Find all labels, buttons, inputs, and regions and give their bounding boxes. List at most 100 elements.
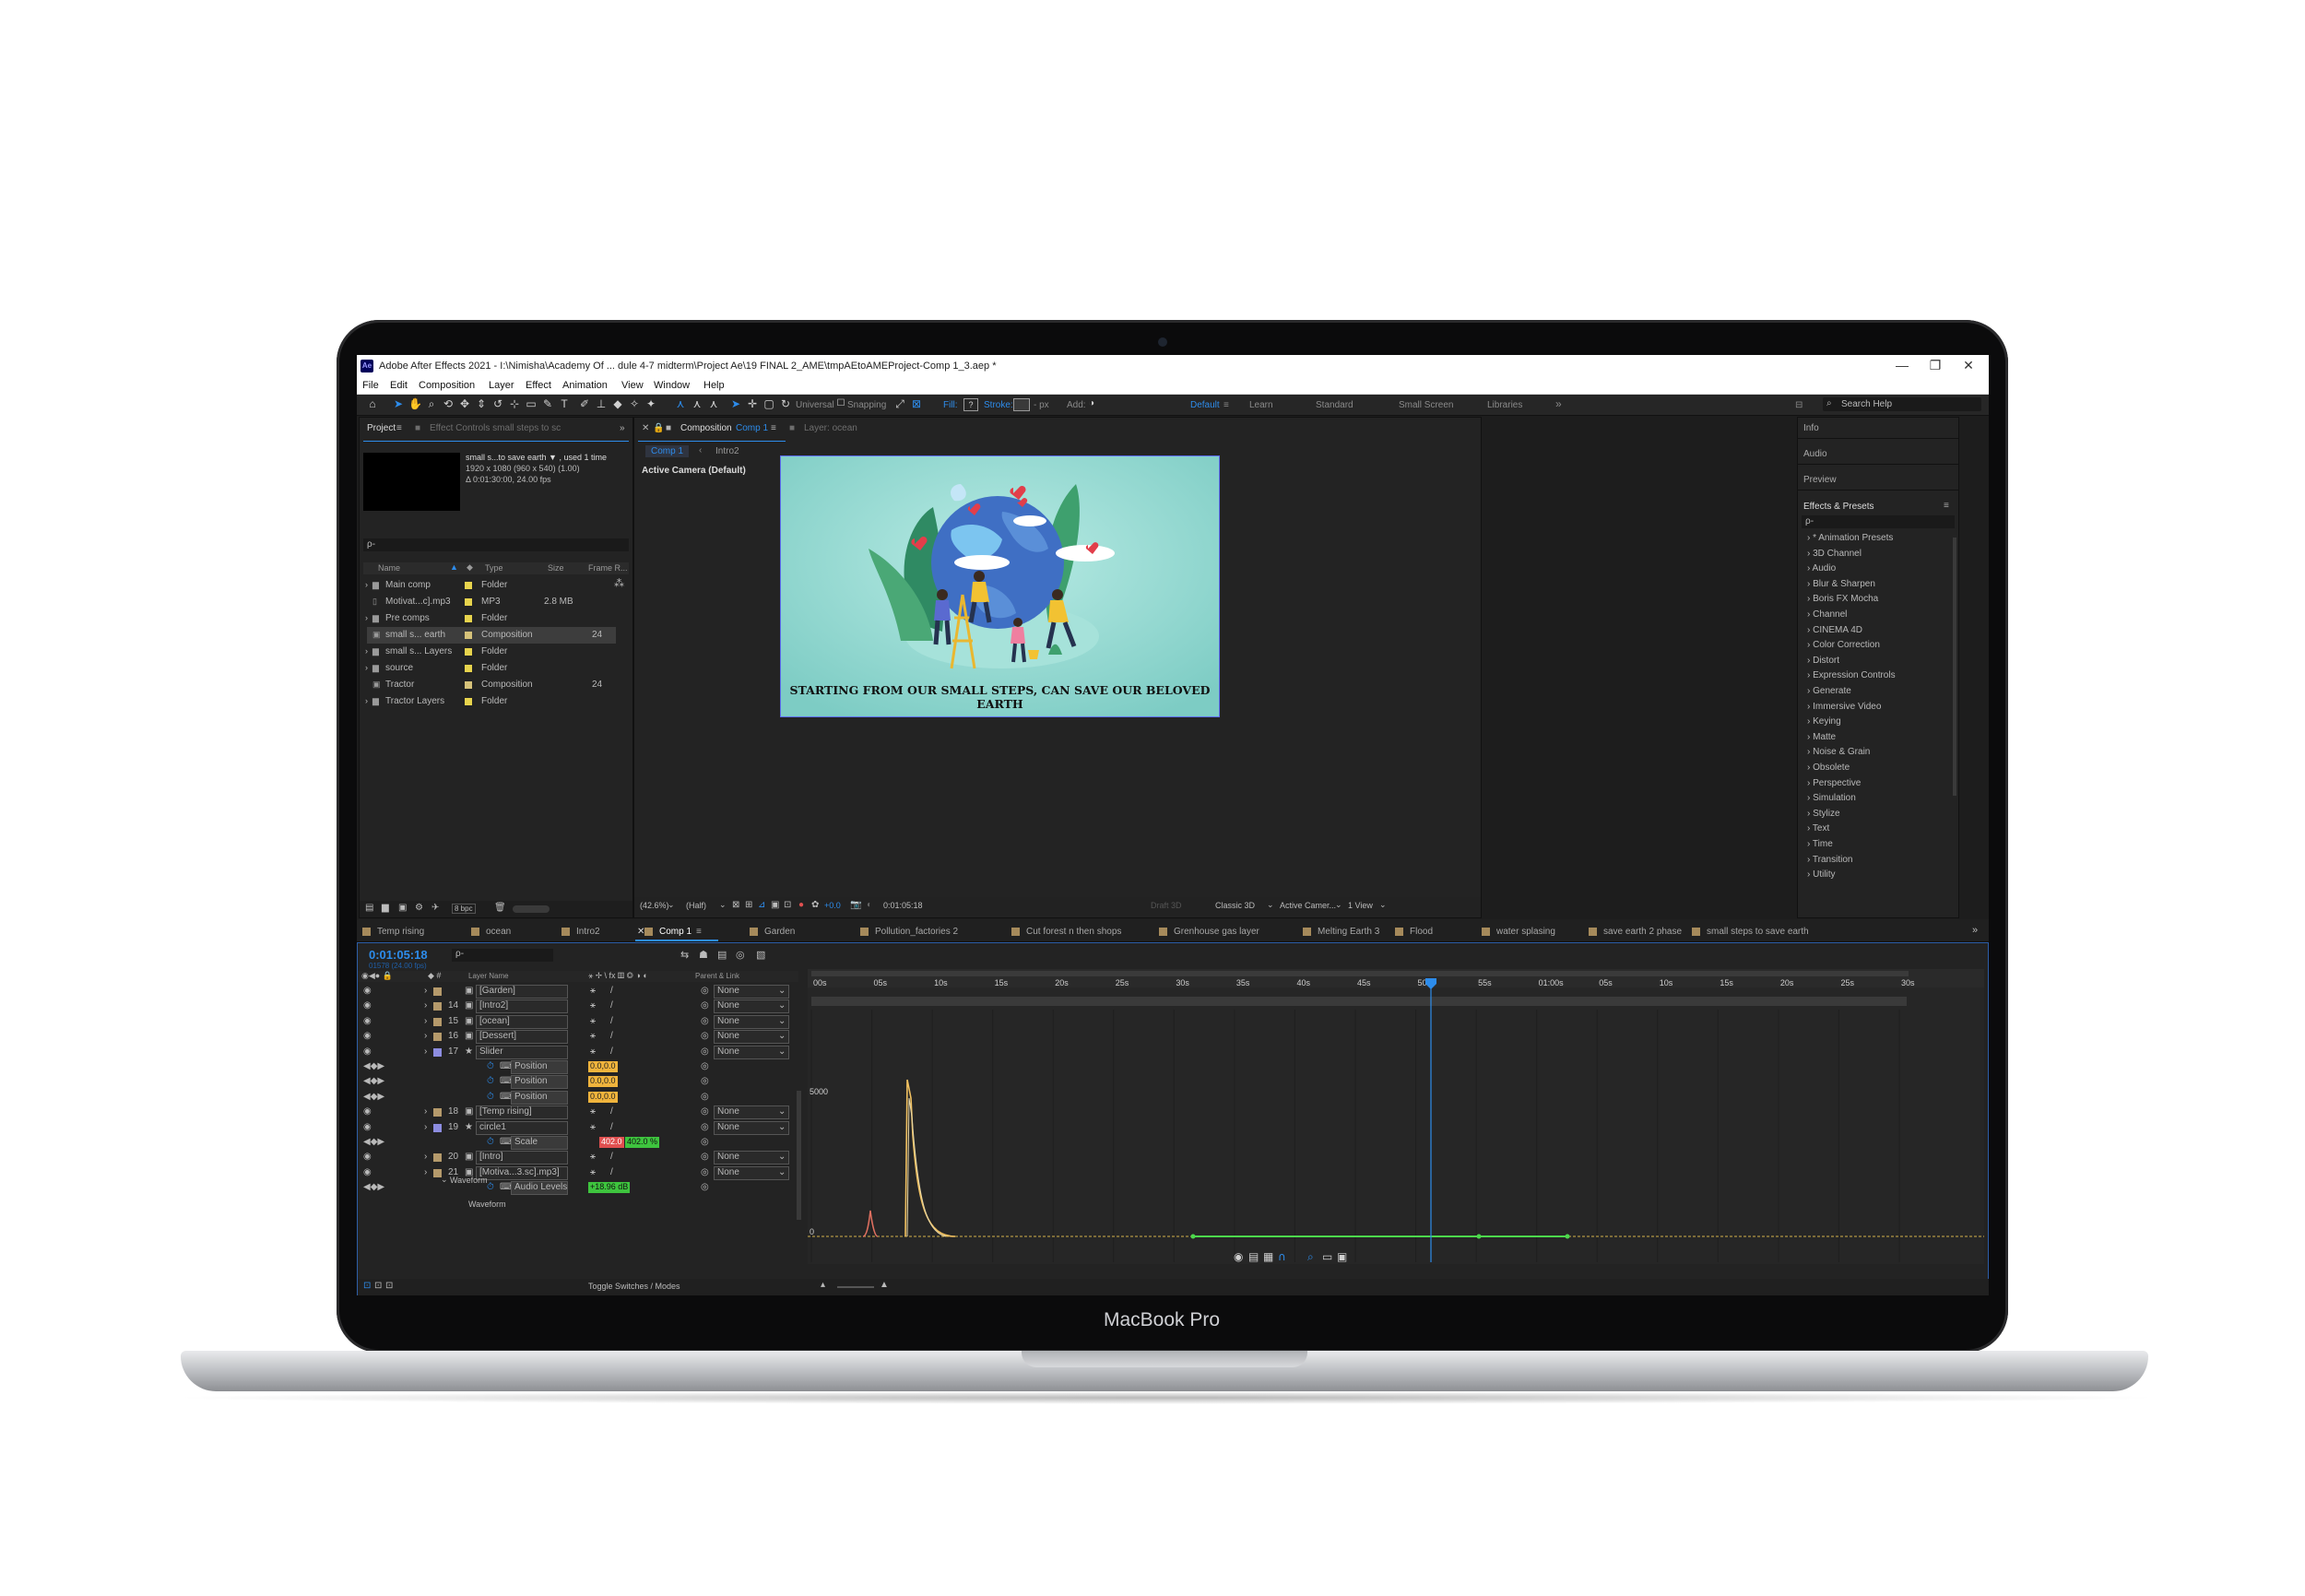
layer-expand-icon[interactable]: ›: [424, 1152, 427, 1162]
timeline-tab[interactable]: water splasing: [1496, 927, 1555, 937]
project-menu-icon[interactable]: ≡: [396, 423, 402, 433]
property-row[interactable]: ◀◆▶ ⏱ ⌨ Position 0.0,0.0 ◎: [358, 1059, 798, 1074]
menu-edit[interactable]: Edit: [390, 380, 408, 391]
zoom-out-icon[interactable]: ▴: [821, 1280, 825, 1290]
menu-animation[interactable]: Animation: [562, 380, 608, 391]
delete-icon[interactable]: 🗑: [494, 903, 506, 913]
snap-option-icon[interactable]: ⤢: [893, 397, 906, 410]
sync-settings-icon[interactable]: ⊟: [1795, 400, 1803, 410]
effect-category[interactable]: › Color Correction: [1807, 640, 1880, 650]
layer-label-color[interactable]: [433, 1153, 442, 1163]
shy-switch-icon[interactable]: ⚹: [590, 1046, 596, 1057]
snap-grid-icon[interactable]: ⊠: [910, 397, 923, 410]
menu-file[interactable]: File: [362, 380, 379, 391]
pick-whip-icon[interactable]: ◎: [701, 986, 709, 996]
shy-switch-icon[interactable]: ⚹: [590, 1122, 596, 1132]
col-size[interactable]: Size: [548, 563, 564, 573]
quality-switch-icon[interactable]: /: [610, 1106, 613, 1117]
timeline-tab[interactable]: Comp 1: [659, 927, 692, 937]
layer-row[interactable]: ◉ › 15 ▣ [ocean] ⚹ / ◎ None ⌄: [358, 1014, 798, 1029]
bit-depth-button[interactable]: 8 bpc: [452, 904, 476, 914]
view-layout-select[interactable]: 1 View: [1348, 901, 1373, 910]
quality-switch-icon[interactable]: /: [610, 1122, 613, 1132]
composition-viewer[interactable]: STARTING FROM OUR SMALL STEPS, CAN SAVE …: [780, 455, 1220, 717]
layer-row[interactable]: ◉ › 14 ▣ [Intro2] ⚹ / ◎ None ⌄: [358, 999, 798, 1014]
tab-layer-ocean[interactable]: Layer: ocean: [804, 423, 857, 433]
quality-switch-icon[interactable]: /: [610, 1167, 613, 1177]
home-icon[interactable]: ⌂: [366, 397, 379, 410]
comp-mini-flowchart-icon[interactable]: ⇆: [680, 949, 689, 961]
pick-whip-icon[interactable]: ◎: [701, 1137, 709, 1147]
label-color-swatch[interactable]: [465, 615, 472, 622]
col-type[interactable]: Type: [485, 563, 503, 573]
property-row[interactable]: ◀◆▶ ⏱ ⌨ Scale 402.0 402.0 % ◎: [358, 1135, 798, 1150]
effect-category[interactable]: › Channel: [1807, 609, 1847, 620]
region-of-interest-icon[interactable]: ▣: [771, 900, 779, 910]
effect-category[interactable]: › Text: [1807, 823, 1829, 833]
label-color-swatch[interactable]: [465, 681, 472, 689]
stopwatch-icon[interactable]: ⏱: [487, 1061, 494, 1071]
expand-chevron-icon[interactable]: ›: [365, 663, 368, 672]
effects-presets-title[interactable]: Effects & Presets: [1803, 502, 1874, 512]
render-icon[interactable]: ✈: [431, 903, 439, 913]
timeline-tab[interactable]: Cut forest n then shops: [1026, 927, 1121, 937]
workspace-learn[interactable]: Learn: [1249, 400, 1273, 410]
col-name[interactable]: Name: [378, 563, 400, 573]
local-axis-icon[interactable]: ⋏: [674, 397, 687, 410]
shy-switch-icon[interactable]: ⚹: [590, 1106, 596, 1117]
property-row[interactable]: ◀◆▶ ⏱ ⌨ Position 0.0,0.0 ◎: [358, 1074, 798, 1090]
fill-swatch[interactable]: ?: [963, 398, 978, 411]
comp-current-time[interactable]: 0:01:05:18: [883, 901, 923, 910]
pick-whip-icon[interactable]: ◎: [701, 1031, 709, 1041]
layer-expand-icon[interactable]: ›: [424, 1122, 427, 1132]
layer-label-color[interactable]: [433, 1002, 442, 1011]
effect-category[interactable]: › 3D Channel: [1807, 549, 1862, 559]
add-icon[interactable]: ◑: [1085, 397, 1098, 410]
tab-composition-name[interactable]: Comp 1: [736, 423, 768, 433]
visibility-eye-icon[interactable]: ◉: [363, 1167, 372, 1177]
timeline-tab[interactable]: Pollution_factories 2: [875, 927, 958, 937]
timeline-search-field[interactable]: ρ-: [452, 949, 553, 962]
menu-effect[interactable]: Effect: [526, 380, 551, 391]
shy-switch-icon[interactable]: ⚹: [590, 1000, 596, 1011]
pick-whip-icon[interactable]: ◎: [701, 1122, 709, 1132]
visibility-eye-icon[interactable]: ◉: [363, 1152, 372, 1162]
stroke-swatch[interactable]: [1013, 398, 1030, 411]
audio-level-value[interactable]: +18.96 dB: [588, 1182, 631, 1194]
layer-expand-icon[interactable]: ›: [424, 1000, 427, 1011]
project-row[interactable]: › ▆ Main comp Folder: [365, 577, 616, 594]
show-snapshot-icon[interactable]: ◐: [867, 900, 872, 910]
hand-tool-icon[interactable]: ✋: [408, 397, 422, 410]
layer-row[interactable]: ◉ › 19 ★ circle1 ⚹ / ◎ None ⌄: [358, 1120, 798, 1135]
rotate-3d-icon[interactable]: ↻: [779, 397, 792, 410]
pick-whip-icon[interactable]: ◎: [701, 1152, 709, 1162]
quality-switch-icon[interactable]: /: [610, 1046, 613, 1057]
layer-switches-icon[interactable]: ⊡: [363, 1281, 371, 1291]
shy-switch-icon[interactable]: ⚹: [590, 1016, 596, 1026]
property-value-2[interactable]: 402.0 %: [625, 1137, 660, 1148]
interpret-footage-icon[interactable]: ▤: [365, 903, 373, 913]
project-row[interactable]: ▯ Motivat...c].mp3 MP3 2.8 MB: [367, 594, 616, 610]
timeline-tab[interactable]: small steps to save earth: [1707, 927, 1809, 937]
pick-whip-icon[interactable]: ◎: [701, 1106, 709, 1117]
magnification-select[interactable]: (42.6%): [640, 901, 669, 910]
clone-stamp-tool-icon[interactable]: ⊥: [595, 397, 608, 410]
adjust-project-icon[interactable]: ⚙: [415, 903, 423, 913]
keyframe-navigator-icon[interactable]: ◀◆▶: [363, 1061, 384, 1071]
project-row[interactable]: › ▆ Tractor Layers Folder: [365, 693, 616, 710]
col-frame-rate[interactable]: Frame R...: [588, 563, 628, 573]
workspace-libraries[interactable]: Libraries: [1487, 400, 1522, 410]
timeline-current-time[interactable]: 0:01:05:18: [369, 948, 428, 962]
visibility-eye-icon[interactable]: ◉: [363, 1031, 372, 1041]
project-flowchart-icon[interactable]: ⁂: [614, 577, 624, 589]
tab-composition[interactable]: Composition: [680, 423, 732, 433]
graph-editor[interactable]: 00s 05s 10s 15s 20s 25s 30s 35s 40s 45s 50s 55s 01:0…: [808, 969, 1984, 1264]
menu-window[interactable]: Window: [654, 380, 690, 391]
dolly-tool-icon[interactable]: ⇕: [475, 397, 488, 410]
graph-editor-icon[interactable]: ▧: [756, 949, 765, 961]
thumbnail-size-slider[interactable]: [513, 905, 550, 913]
pen-tool-icon[interactable]: ✎: [541, 397, 554, 410]
keyframe-navigator-icon[interactable]: ◀◆▶: [363, 1137, 384, 1147]
timeline-tab[interactable]: Intro2: [576, 927, 600, 937]
layer-label-color[interactable]: [433, 1108, 442, 1117]
